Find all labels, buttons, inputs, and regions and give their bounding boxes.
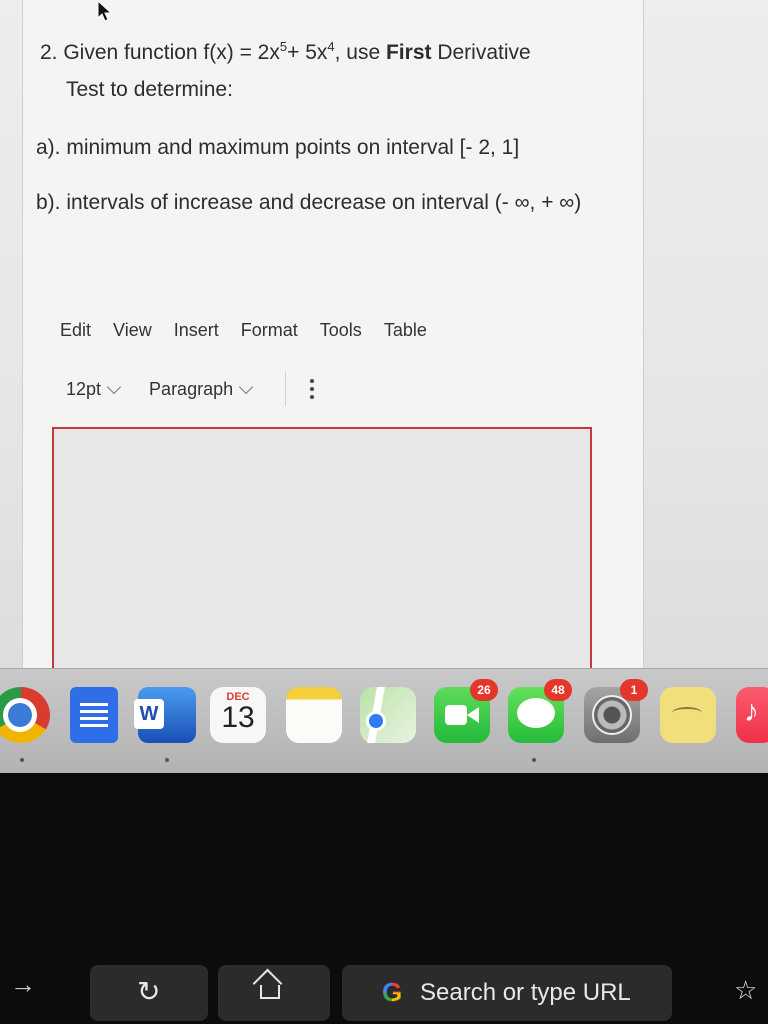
menu-edit[interactable]: Edit	[60, 320, 91, 341]
notification-badge: 1	[620, 679, 648, 701]
chevron-down-icon	[106, 379, 122, 394]
answer-text-editor[interactable]	[52, 427, 592, 690]
microsoft-word-icon[interactable]: W	[134, 687, 196, 743]
question-part-b: b). intervals of increase and decrease o…	[36, 191, 582, 214]
notes-icon[interactable]	[286, 687, 342, 743]
bookmark-button[interactable]: ☆	[712, 965, 768, 1021]
search-url-label: Search or type URL	[420, 979, 631, 1006]
running-indicator	[532, 758, 536, 762]
maps-icon[interactable]	[360, 687, 416, 743]
macos-dock: W DEC 13 26 48 1 ♪	[0, 668, 768, 773]
menu-insert[interactable]: Insert	[174, 320, 219, 341]
menu-tools[interactable]: Tools	[320, 320, 362, 341]
google-docs-icon[interactable]	[70, 687, 118, 743]
font-size-select[interactable]: 12pt	[66, 378, 122, 400]
home-icon	[260, 985, 280, 999]
touch-bar: → ↻ G Search or type URL ☆	[0, 955, 768, 1024]
menu-format[interactable]: Format	[241, 320, 298, 341]
question-heading: 2. Given function f(x) = 2x5+ 5x4, use F…	[40, 34, 610, 108]
google-icon: G	[382, 977, 403, 1007]
home-button[interactable]	[218, 965, 330, 1021]
running-indicator	[165, 758, 169, 762]
search-url-button[interactable]: G Search or type URL	[342, 965, 672, 1021]
block-format-value: Paragraph	[149, 378, 234, 399]
toolbar-divider	[285, 372, 287, 406]
back-arrow-icon[interactable]: →	[10, 969, 36, 1000]
block-format-select[interactable]: Paragraph	[149, 378, 254, 400]
editor-toolbar: 12pt Paragraph	[66, 372, 320, 406]
system-settings-icon[interactable]: 1	[584, 679, 648, 743]
notification-badge: 26	[470, 679, 498, 701]
font-size-value: 12pt	[66, 378, 102, 399]
chevron-down-icon	[239, 379, 254, 394]
question-line-2: Test to determine:	[66, 78, 233, 101]
stickies-icon[interactable]	[660, 687, 716, 743]
calendar-icon[interactable]: DEC 13	[210, 687, 266, 743]
menu-table[interactable]: Table	[384, 320, 427, 341]
notification-badge: 48	[544, 679, 572, 701]
question-part-a: a). minimum and maximum points on interv…	[36, 136, 520, 159]
menu-view[interactable]: View	[113, 320, 152, 341]
reload-button[interactable]: ↻	[90, 965, 208, 1021]
mouse-cursor-icon	[97, 0, 113, 22]
music-icon[interactable]: ♪	[736, 687, 768, 743]
messages-icon[interactable]: 48	[508, 679, 572, 743]
star-icon: ☆	[734, 975, 758, 1005]
running-indicator	[20, 758, 24, 762]
reload-icon: ↻	[137, 976, 161, 1007]
facetime-icon[interactable]: 26	[434, 679, 498, 743]
chrome-icon[interactable]	[0, 687, 50, 743]
editor-menubar: Edit View Insert Format Tools Table	[60, 320, 427, 341]
more-options-icon[interactable]	[304, 375, 320, 403]
screen: 2. Given function f(x) = 2x5+ 5x4, use F…	[0, 0, 768, 690]
